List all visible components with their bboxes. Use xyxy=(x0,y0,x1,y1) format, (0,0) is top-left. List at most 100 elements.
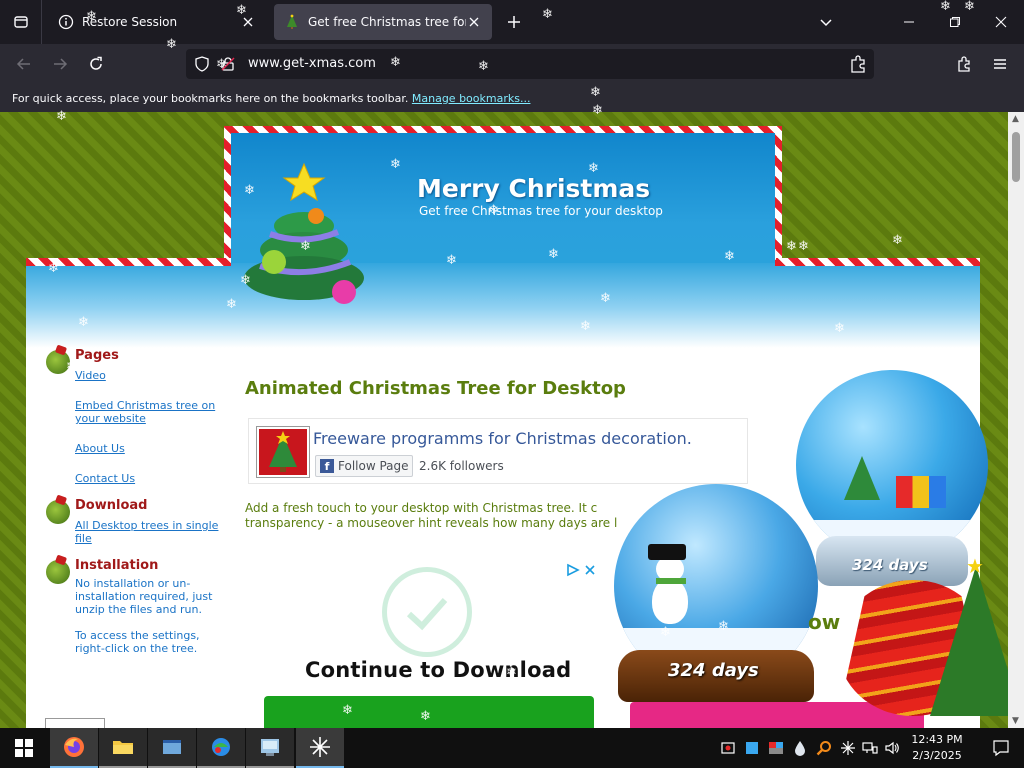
navigation-bar: www.get-xmas.com xyxy=(0,44,1024,84)
facebook-follow-button[interactable]: f Follow Page xyxy=(315,455,413,477)
reload-icon xyxy=(90,56,102,70)
reload-button[interactable] xyxy=(82,50,110,78)
notification-center-button[interactable] xyxy=(978,728,1024,768)
snowman-icon xyxy=(652,578,688,624)
taskbar-app-globe[interactable] xyxy=(197,728,245,768)
tray-capture-icon[interactable] xyxy=(718,738,738,758)
taskbar-xmas-tree-app[interactable] xyxy=(296,728,344,768)
close-icon xyxy=(995,16,1007,28)
tree-thumbnail-icon xyxy=(269,431,297,472)
install-text-line: installation required, just xyxy=(75,590,213,603)
firefox-view-icon xyxy=(13,16,28,28)
windows-logo-icon xyxy=(15,739,33,757)
sidebar-link-embed[interactable]: Embed Christmas tree on xyxy=(75,399,215,412)
address-bar[interactable]: www.get-xmas.com xyxy=(186,49,874,79)
restore-button[interactable] xyxy=(932,0,978,44)
minimize-icon xyxy=(904,21,914,23)
tab-label: Restore Session xyxy=(82,15,178,29)
top-hat-icon xyxy=(648,544,686,560)
tray-blue-square-icon[interactable] xyxy=(742,738,762,758)
web-page: Merry Christmas Get free Christmas tree … xyxy=(0,112,1024,728)
manage-bookmarks-link[interactable]: Manage bookmarks... xyxy=(412,92,531,105)
extensions-button[interactable] xyxy=(950,50,978,78)
bookmarks-toolbar: For quick access, place your bookmarks h… xyxy=(0,84,1024,112)
install-text-line: No installation or un- xyxy=(75,577,191,590)
taskbar-file-explorer[interactable] xyxy=(99,728,147,768)
hero-subtitle: Get free Christmas tree for your desktop xyxy=(419,204,663,218)
notification-icon xyxy=(993,740,1009,757)
screen: Restore Session Get free Christmas tree … xyxy=(0,0,1024,768)
taskbar-firefox[interactable] xyxy=(50,728,98,768)
insecure-lock-icon[interactable] xyxy=(220,56,236,72)
site-favicon-icon xyxy=(287,14,297,29)
scroll-down-arrow-icon[interactable]: ▼ xyxy=(1012,716,1019,726)
star-icon: ★ xyxy=(966,554,984,578)
close-window-button[interactable] xyxy=(978,0,1024,44)
network-icon[interactable] xyxy=(860,738,880,758)
forward-arrow-icon xyxy=(54,58,68,70)
tray-search-icon[interactable] xyxy=(814,738,834,758)
taskbar-app-window[interactable] xyxy=(148,728,196,768)
sidebar-link-all-trees-2[interactable]: file xyxy=(75,532,92,545)
intro-line: Add a fresh touch to your desktop with C… xyxy=(245,501,598,515)
candy-cane-right xyxy=(776,258,980,266)
taskbar-app-control[interactable] xyxy=(246,728,294,768)
sidebar-link-about[interactable]: About Us xyxy=(75,442,125,455)
hamburger-menu-icon xyxy=(994,59,1006,69)
close-tab-icon[interactable] xyxy=(240,14,256,30)
ad-download-button[interactable] xyxy=(264,696,594,728)
sidebar-link-contact[interactable]: Contact Us xyxy=(75,472,135,485)
colorful-app-icon xyxy=(212,738,230,756)
facebook-page-thumbnail[interactable] xyxy=(257,427,309,477)
scrollbar-thumb[interactable] xyxy=(1012,132,1020,182)
tray-snowflake-icon[interactable] xyxy=(838,738,858,758)
candy-cane-left xyxy=(26,258,231,266)
ornament-bullet-icon xyxy=(46,560,70,584)
app-window-icon xyxy=(163,740,181,754)
tab-restore-session[interactable]: Restore Session xyxy=(48,4,266,40)
scroll-up-arrow-icon[interactable]: ▲ xyxy=(1012,114,1019,124)
sidebar-heading: Download xyxy=(75,498,148,513)
start-button[interactable] xyxy=(0,728,48,768)
partial-heading-text: ow xyxy=(808,610,841,634)
ornament-bullet-icon xyxy=(46,350,70,374)
sidebar-link-embed-2[interactable]: your website xyxy=(75,412,146,425)
minimize-button[interactable] xyxy=(886,0,932,44)
snow-band xyxy=(26,258,980,348)
sidebar-link-video[interactable]: Video xyxy=(75,369,106,382)
new-tab-button[interactable] xyxy=(502,10,526,34)
url-text: www.get-xmas.com xyxy=(248,56,376,71)
clock-time: 12:43 PM xyxy=(911,733,963,746)
app-menu-button[interactable] xyxy=(986,50,1014,78)
gift-boxes-icon xyxy=(896,476,946,508)
taskbar-clock[interactable]: 12:43 PM 2/3/2025 xyxy=(900,732,974,764)
list-all-tabs-button[interactable] xyxy=(814,10,838,34)
back-arrow-icon xyxy=(16,58,30,70)
tray-droplet-icon[interactable] xyxy=(790,738,810,758)
partial-button[interactable] xyxy=(45,718,105,728)
tab-get-xmas[interactable]: Get free Christmas tree for your desktop xyxy=(274,4,492,40)
tab-label: Get free Christmas tree for your desktop xyxy=(308,15,466,29)
sidebar-heading: Installation xyxy=(75,558,159,573)
facebook-page-name-link[interactable]: Freeware programms for Christmas decorat… xyxy=(313,429,692,448)
tray-multicolor-icon[interactable] xyxy=(766,738,786,758)
close-tab-icon[interactable] xyxy=(466,14,482,30)
globe-tree-icon xyxy=(844,456,880,500)
volume-icon[interactable] xyxy=(882,738,902,758)
install-text-line: To access the settings, xyxy=(75,629,200,642)
facebook-page-widget: Freeware programms for Christmas decorat… xyxy=(248,418,748,484)
adchoices-icon[interactable] xyxy=(566,563,598,577)
control-panel-icon xyxy=(261,739,279,756)
forward-button[interactable] xyxy=(46,50,74,78)
sidebar-link-all-trees[interactable]: All Desktop trees in single xyxy=(75,519,218,532)
install-text-line: unzip the files and run. xyxy=(75,603,202,616)
firefox-view-button[interactable] xyxy=(0,0,42,44)
page-scrollbar[interactable]: ▲ ▼ xyxy=(1008,112,1024,728)
bookmarks-notice: For quick access, place your bookmarks h… xyxy=(12,92,409,105)
restore-icon xyxy=(950,17,960,27)
back-button[interactable] xyxy=(10,50,38,78)
shield-icon[interactable] xyxy=(194,56,210,72)
snowflake-app-icon xyxy=(310,737,330,757)
extension-puzzle-icon[interactable] xyxy=(848,54,868,74)
clock-date: 2/3/2025 xyxy=(912,749,962,762)
